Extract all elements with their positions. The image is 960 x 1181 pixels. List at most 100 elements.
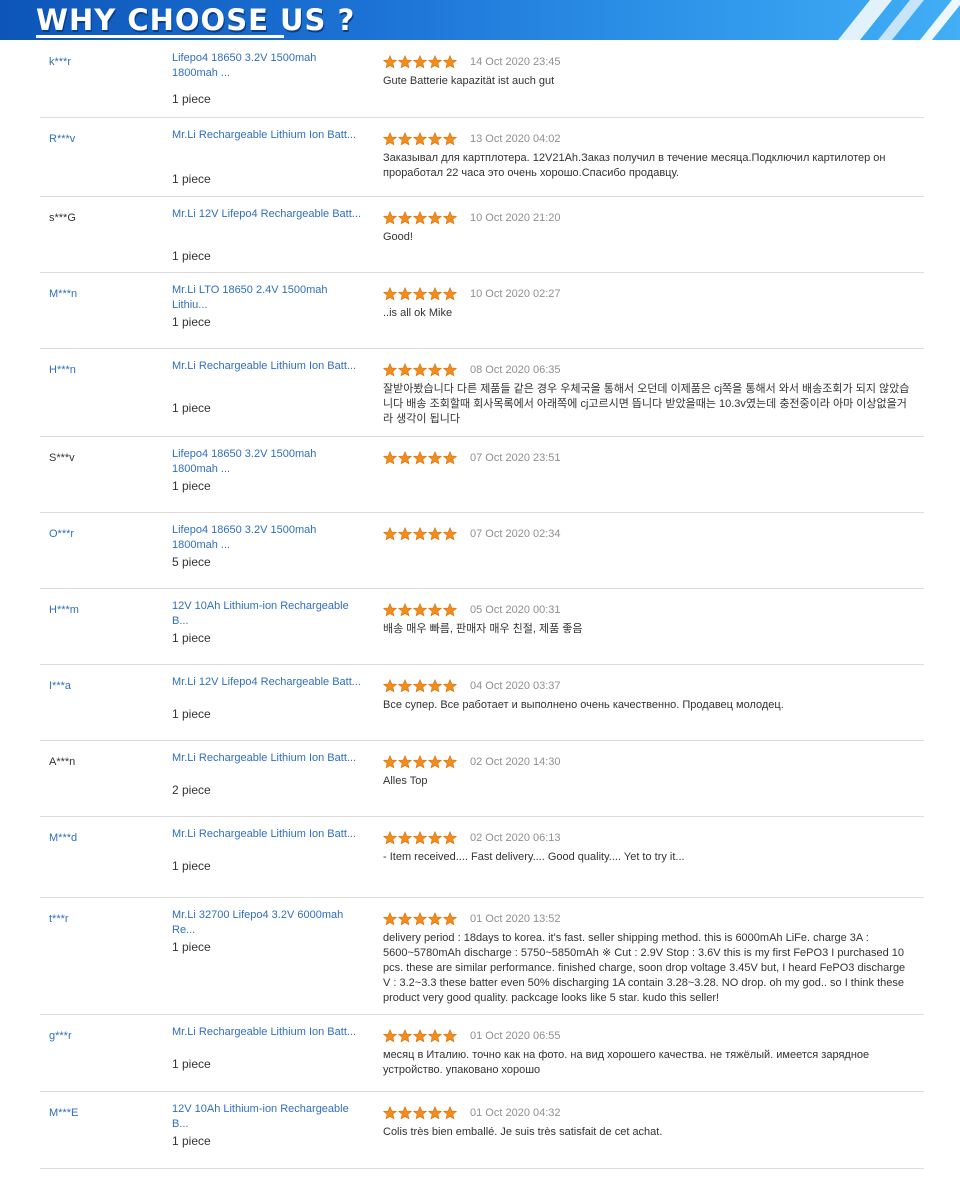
product-link[interactable]: Mr.Li 12V Lifepo4 Rechargeable Batt... xyxy=(172,675,364,690)
star-rating xyxy=(383,912,457,926)
review-date: 02 Oct 2020 06:13 xyxy=(470,832,561,844)
buyer-name[interactable]: k***r xyxy=(49,55,71,69)
buyer-name[interactable]: t***r xyxy=(49,912,69,926)
product-link[interactable]: Mr.Li Rechargeable Lithium Ion Batt... xyxy=(172,359,364,374)
buyer-name[interactable]: I***a xyxy=(49,679,71,693)
star-icon xyxy=(383,55,397,69)
review-meta: 10 Oct 2020 02:27 xyxy=(383,286,913,302)
star-icon xyxy=(383,831,397,845)
review-row: M***n Mr.Li LTO 18650 2.4V 1500mah Lithiu… xyxy=(40,273,924,349)
product-link[interactable]: Mr.Li Rechargeable Lithium Ion Batt... xyxy=(172,751,364,766)
star-rating xyxy=(383,451,457,465)
product-link[interactable]: Mr.Li Rechargeable Lithium Ion Batt... xyxy=(172,1025,364,1040)
star-icon xyxy=(443,132,457,146)
buyer-name[interactable]: H***n xyxy=(49,363,76,377)
star-icon xyxy=(383,679,397,693)
review-row: O***r Lifepo4 18650 3.2V 1500mah 1800mah … xyxy=(40,513,924,589)
buyer-name[interactable]: R***v xyxy=(49,132,75,146)
star-rating xyxy=(383,755,457,769)
star-icon xyxy=(383,287,397,301)
star-icon xyxy=(413,55,427,69)
banner-underline xyxy=(36,35,284,38)
star-icon xyxy=(413,603,427,617)
quantity-label: 2 piece xyxy=(172,783,211,797)
star-icon xyxy=(383,132,397,146)
star-icon xyxy=(413,451,427,465)
review-comment: Good! xyxy=(383,231,413,243)
review-content: 01 Oct 2020 06:55 месяц в Италию. точно к… xyxy=(383,1028,913,1078)
star-icon xyxy=(383,451,397,465)
buyer-name[interactable]: M***n xyxy=(49,287,77,301)
star-icon xyxy=(398,132,412,146)
quantity-label: 1 piece xyxy=(172,479,211,493)
review-comment: Colis très bien emballé. Je suis très sa… xyxy=(383,1126,663,1138)
review-row: t***r Mr.Li 32700 Lifepo4 3.2V 6000mah Re… xyxy=(40,898,924,1015)
review-content: 05 Oct 2020 00:31 배송 매우 빠름, 판매자 매우 친절, 제품… xyxy=(383,602,913,637)
star-rating xyxy=(383,603,457,617)
review-comment: Все супер. Все работает и выполнено очен… xyxy=(383,699,784,711)
quantity-label: 1 piece xyxy=(172,315,211,329)
review-comment: 잘받아봤습니다 다른 제품들 같은 경우 우체국을 통해서 오던데 이제품은 c… xyxy=(383,383,910,425)
buyer-name[interactable]: M***E xyxy=(49,1106,78,1120)
star-icon xyxy=(413,527,427,541)
star-rating xyxy=(383,287,457,301)
star-icon xyxy=(413,912,427,926)
product-link[interactable]: Mr.Li Rechargeable Lithium Ion Batt... xyxy=(172,827,364,842)
star-icon xyxy=(413,363,427,377)
buyer-name: S***v xyxy=(49,452,75,464)
product-link[interactable]: 12V 10Ah Lithium-ion Rechargeable B... xyxy=(172,599,364,629)
star-icon xyxy=(398,912,412,926)
star-icon xyxy=(398,1029,412,1043)
review-row: S***v Lifepo4 18650 3.2V 1500mah 1800mah … xyxy=(40,437,924,513)
product-link[interactable]: Mr.Li Rechargeable Lithium Ion Batt... xyxy=(172,128,364,143)
review-comment: ..is all ok Mike xyxy=(383,307,453,319)
star-icon xyxy=(443,1029,457,1043)
star-rating xyxy=(383,1106,457,1120)
star-icon xyxy=(428,912,442,926)
feedback-list: k***r Lifepo4 18650 3.2V 1500mah 1800mah … xyxy=(40,41,924,1169)
star-icon xyxy=(443,55,457,69)
star-rating xyxy=(383,132,457,146)
review-comment: - Item received.... Fast delivery.... Go… xyxy=(383,851,685,863)
review-date: 01 Oct 2020 06:55 xyxy=(470,1030,561,1042)
product-link[interactable]: Mr.Li 12V Lifepo4 Rechargeable Batt... xyxy=(172,207,364,222)
buyer-name: s***G xyxy=(49,212,76,224)
review-row: I***a Mr.Li 12V Lifepo4 Rechargeable Batt… xyxy=(40,665,924,741)
star-rating xyxy=(383,679,457,693)
product-link[interactable]: 12V 10Ah Lithium-ion Rechargeable B... xyxy=(172,1102,364,1132)
quantity-label: 1 piece xyxy=(172,1057,211,1071)
star-rating xyxy=(383,363,457,377)
buyer-name[interactable]: M***d xyxy=(49,831,77,845)
star-icon xyxy=(428,527,442,541)
quantity-label: 1 piece xyxy=(172,707,211,721)
star-icon xyxy=(443,211,457,225)
review-date: 07 Oct 2020 23:51 xyxy=(470,452,561,464)
review-meta: 04 Oct 2020 03:37 xyxy=(383,678,913,694)
product-link[interactable]: Mr.Li LTO 18650 2.4V 1500mah Lithiu... xyxy=(172,283,364,313)
star-icon xyxy=(443,1106,457,1120)
buyer-name[interactable]: H***m xyxy=(49,603,79,617)
star-icon xyxy=(443,679,457,693)
star-icon xyxy=(398,363,412,377)
review-meta: 13 Oct 2020 04:02 xyxy=(383,131,913,147)
review-meta: 07 Oct 2020 02:34 xyxy=(383,526,913,542)
review-content: 07 Oct 2020 23:51 xyxy=(383,450,913,466)
star-icon xyxy=(398,831,412,845)
star-icon xyxy=(428,451,442,465)
review-meta: 10 Oct 2020 21:20 xyxy=(383,210,913,226)
product-link[interactable]: Lifepo4 18650 3.2V 1500mah 1800mah ... xyxy=(172,523,364,553)
review-content: 13 Oct 2020 04:02 Заказывал для картплоте… xyxy=(383,131,913,181)
product-link[interactable]: Lifepo4 18650 3.2V 1500mah 1800mah ... xyxy=(172,447,364,477)
star-icon xyxy=(443,603,457,617)
buyer-name[interactable]: g***r xyxy=(49,1029,72,1043)
buyer-name[interactable]: O***r xyxy=(49,527,74,541)
star-icon xyxy=(383,912,397,926)
star-icon xyxy=(428,211,442,225)
review-comment: месяц в Италию. точно как на фото. на ви… xyxy=(383,1049,870,1076)
product-link[interactable]: Lifepo4 18650 3.2V 1500mah 1800mah ... xyxy=(172,51,364,81)
product-link[interactable]: Mr.Li 32700 Lifepo4 3.2V 6000mah Re... xyxy=(172,908,364,938)
star-rating xyxy=(383,211,457,225)
quantity-label: 1 piece xyxy=(172,631,211,645)
star-icon xyxy=(398,679,412,693)
quantity-label: 1 piece xyxy=(172,859,211,873)
